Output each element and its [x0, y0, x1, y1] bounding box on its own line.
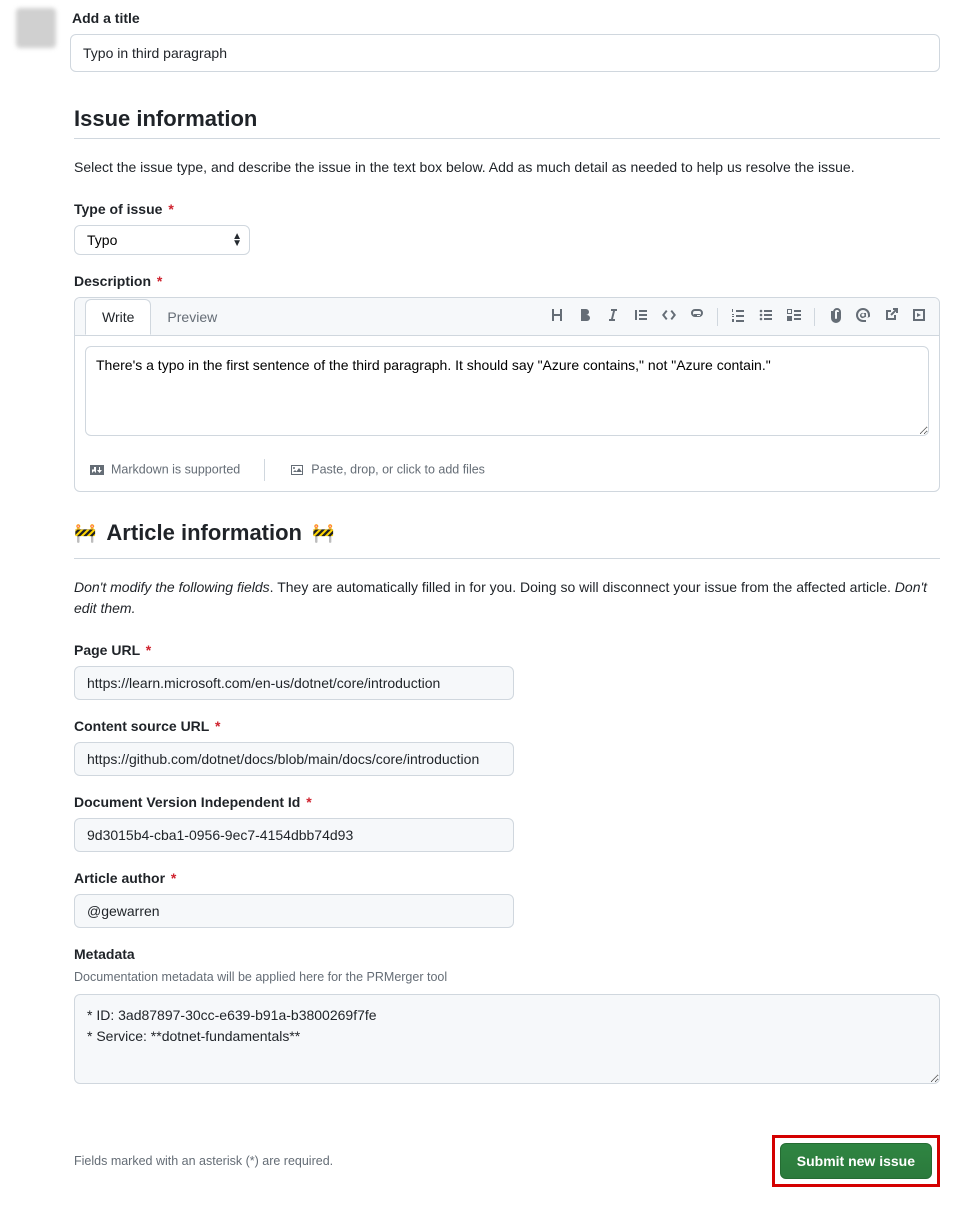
quote-icon[interactable]	[633, 307, 649, 326]
attach-icon[interactable]	[827, 307, 843, 326]
type-of-issue-label: Type of issue	[74, 201, 162, 217]
required-marker: *	[215, 718, 220, 734]
required-marker: *	[171, 870, 176, 886]
title-input[interactable]	[70, 34, 940, 72]
content-source-label: Content source URL	[74, 718, 209, 734]
title-label: Add a title	[72, 10, 940, 26]
content-source-input[interactable]	[74, 742, 514, 776]
description-label: Description	[74, 273, 151, 289]
type-of-issue-select[interactable]: Typo	[74, 225, 250, 255]
submit-new-issue-button[interactable]: Submit new issue	[780, 1143, 932, 1179]
unordered-list-icon[interactable]	[758, 307, 774, 326]
ordered-list-icon[interactable]	[730, 307, 746, 326]
divider	[74, 138, 940, 139]
issue-info-heading: Issue information	[74, 106, 940, 132]
submit-highlight: Submit new issue	[772, 1135, 940, 1187]
metadata-help: Documentation metadata will be applied h…	[74, 970, 940, 984]
doc-version-input[interactable]	[74, 818, 514, 852]
code-icon[interactable]	[661, 307, 677, 326]
author-input[interactable]	[74, 894, 514, 928]
link-icon[interactable]	[689, 307, 705, 326]
description-editor: Write Preview	[74, 297, 940, 492]
author-label: Article author	[74, 870, 165, 886]
saved-reply-icon[interactable]	[911, 307, 927, 326]
attach-files-link[interactable]: Paste, drop, or click to add files	[289, 462, 485, 478]
required-marker: *	[146, 642, 151, 658]
mention-icon[interactable]	[855, 307, 871, 326]
bold-icon[interactable]	[577, 307, 593, 326]
page-url-label: Page URL	[74, 642, 140, 658]
article-info-warning: Don't modify the following fields. They …	[74, 577, 940, 618]
heading-icon[interactable]	[549, 307, 565, 326]
required-marker: *	[157, 273, 162, 289]
markdown-supported-link[interactable]: Markdown is supported	[89, 462, 240, 478]
tab-preview[interactable]: Preview	[151, 300, 233, 334]
task-list-icon[interactable]	[786, 307, 802, 326]
construction-icon: 🚧	[312, 523, 334, 544]
tab-write[interactable]: Write	[85, 299, 151, 335]
metadata-textarea[interactable]	[74, 994, 940, 1084]
divider	[74, 558, 940, 559]
doc-version-label: Document Version Independent Id	[74, 794, 300, 810]
cross-reference-icon[interactable]	[883, 307, 899, 326]
description-textarea[interactable]	[85, 346, 929, 436]
required-fields-note: Fields marked with an asterisk (*) are r…	[74, 1154, 333, 1168]
metadata-label: Metadata	[74, 946, 135, 962]
italic-icon[interactable]	[605, 307, 621, 326]
construction-icon: 🚧	[74, 523, 96, 544]
required-marker: *	[306, 794, 311, 810]
required-marker: *	[168, 201, 173, 217]
avatar	[16, 8, 56, 48]
article-info-heading: Article information	[106, 520, 302, 546]
issue-info-intro: Select the issue type, and describe the …	[74, 157, 940, 177]
page-url-input[interactable]	[74, 666, 514, 700]
